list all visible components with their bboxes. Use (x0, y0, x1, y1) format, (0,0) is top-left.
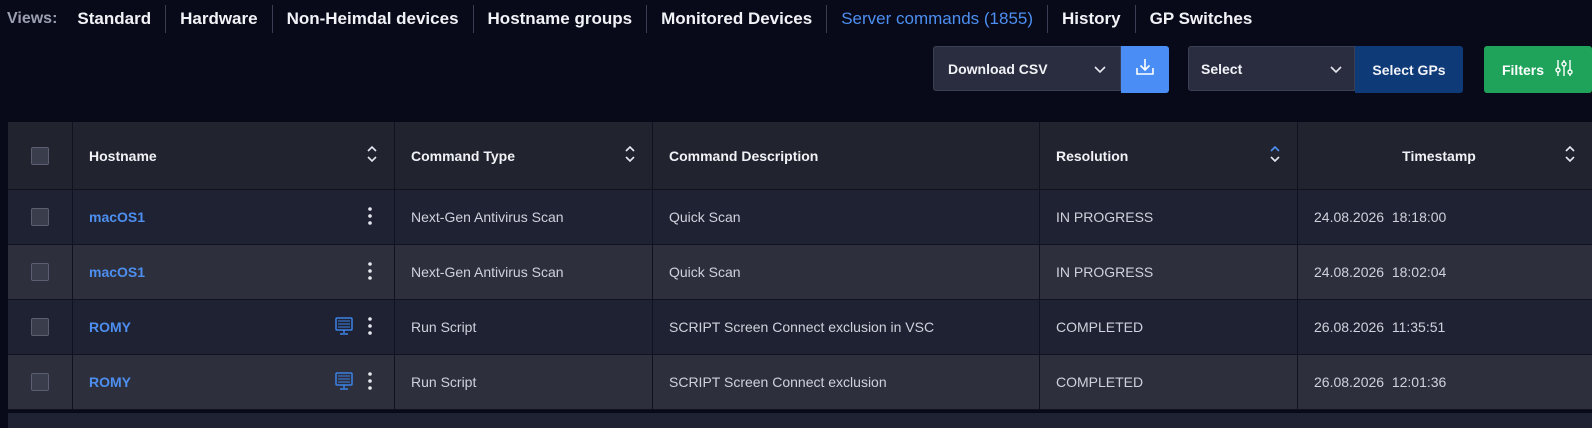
command-description-cell: SCRIPT Screen Connect exclusion in VSC (653, 300, 1040, 354)
views-label: Views: (7, 10, 58, 27)
view-tab-monitored-devices[interactable]: Monitored Devices (647, 5, 828, 33)
resolution-cell: IN PROGRESS (1040, 245, 1298, 299)
row-checkbox-cell (8, 355, 73, 409)
sort-icon[interactable] (1564, 145, 1576, 166)
kebab-menu-icon[interactable] (368, 206, 372, 228)
column-header-command-type-label: Command Type (411, 147, 515, 164)
sort-icon[interactable] (366, 145, 378, 166)
sliders-icon (1554, 58, 1574, 81)
column-header-timestamp-label: Timestamp (1402, 147, 1476, 164)
row-actions (334, 371, 372, 394)
sort-icon[interactable] (1269, 145, 1281, 166)
chevron-down-icon (1330, 61, 1342, 77)
download-csv-group: Download CSV (933, 46, 1173, 93)
filters-button[interactable]: Filters (1484, 46, 1592, 93)
timestamp-cell: 26.08.2026 11:35:51 (1314, 319, 1446, 335)
command-type-cell: Next-Gen Antivirus Scan (395, 190, 653, 244)
view-tab-gp-switches[interactable]: GP Switches (1136, 5, 1267, 33)
hostname-cell: macOS1 (73, 245, 395, 299)
download-icon (1134, 56, 1156, 83)
hostname-link[interactable]: macOS1 (89, 209, 145, 225)
command-type-cell: Run Script (395, 300, 653, 354)
row-checkbox-cell (8, 190, 73, 244)
download-csv-select-value: Download CSV (948, 60, 1048, 77)
table-row: macOS1 Next-Gen Antivirus Scan Quick Sca… (8, 190, 1592, 245)
next-row-partial (8, 413, 1592, 428)
row-checkbox[interactable] (31, 318, 49, 336)
hostname-link[interactable]: ROMY (89, 319, 131, 335)
row-checkbox-cell (8, 300, 73, 354)
row-checkbox[interactable] (31, 373, 49, 391)
resolution-cell: IN PROGRESS (1040, 190, 1298, 244)
gp-select-value: Select (1201, 60, 1243, 77)
hostname-cell: ROMY (73, 355, 395, 409)
table-header-row: Hostname Command Type Command Descriptio… (8, 122, 1592, 190)
hostname-link[interactable]: macOS1 (89, 264, 145, 280)
hostname-link[interactable]: ROMY (89, 374, 131, 390)
timestamp-cell: 26.08.2026 12:01:36 (1314, 374, 1447, 390)
view-tab-non-heimdal-devices[interactable]: Non-Heimdal devices (273, 5, 474, 33)
download-button[interactable] (1121, 46, 1169, 93)
kebab-menu-icon[interactable] (368, 316, 372, 338)
chevron-down-icon (1094, 61, 1106, 77)
column-header-command-description-label: Command Description (669, 147, 819, 164)
command-type-cell: Next-Gen Antivirus Scan (395, 245, 653, 299)
view-tab-hostname-groups[interactable]: Hostname groups (474, 5, 648, 33)
row-actions (368, 261, 372, 283)
download-csv-select[interactable]: Download CSV (933, 46, 1121, 91)
kebab-menu-icon[interactable] (368, 261, 372, 283)
command-type-cell: Run Script (395, 355, 653, 409)
column-header-resolution[interactable]: Resolution (1040, 122, 1298, 189)
command-description-cell: Quick Scan (653, 245, 1040, 299)
view-tab-history[interactable]: History (1048, 5, 1136, 33)
column-header-command-type[interactable]: Command Type (395, 122, 653, 189)
view-tab-hardware[interactable]: Hardware (166, 5, 273, 33)
select-gps-button[interactable]: Select GPs (1355, 46, 1463, 93)
table-row: ROMY Run Script SCRIPT Screen Connect ex… (8, 355, 1592, 410)
timestamp-cell: 24.08.2026 18:02:04 (1314, 264, 1447, 280)
server-commands-table: Hostname Command Type Command Descriptio… (8, 122, 1592, 410)
table-row: macOS1 Next-Gen Antivirus Scan Quick Sca… (8, 245, 1592, 300)
view-tab-server-commands[interactable]: Server commands (1855) (827, 5, 1049, 33)
row-actions (368, 206, 372, 228)
row-checkbox-cell (8, 245, 73, 299)
monitor-icon[interactable] (334, 371, 354, 394)
table-row: ROMY Run Script SCRIPT Screen Connect ex… (8, 300, 1592, 355)
gp-select[interactable]: Select (1188, 46, 1355, 91)
row-checkbox[interactable] (31, 263, 49, 281)
gp-select-group: Select Select GPs (1188, 46, 1468, 93)
hostname-cell: macOS1 (73, 190, 395, 244)
filters-label: Filters (1501, 61, 1544, 78)
kebab-menu-icon[interactable] (368, 371, 372, 393)
row-actions (334, 316, 372, 339)
row-checkbox[interactable] (31, 208, 49, 226)
hostname-cell: ROMY (73, 300, 395, 354)
column-header-resolution-label: Resolution (1056, 147, 1129, 164)
command-description-cell: Quick Scan (653, 190, 1040, 244)
select-all-checkbox[interactable] (31, 146, 49, 165)
command-description-cell: SCRIPT Screen Connect exclusion (653, 355, 1040, 409)
resolution-cell: COMPLETED (1040, 300, 1298, 354)
column-header-timestamp[interactable]: Timestamp (1298, 122, 1592, 189)
header-checkbox-cell (8, 122, 73, 189)
views-bar: Views: Standard Hardware Non-Heimdal dev… (0, 0, 1592, 38)
view-tab-standard[interactable]: Standard (63, 5, 167, 33)
column-header-command-description: Command Description (653, 122, 1040, 189)
column-header-hostname[interactable]: Hostname (73, 122, 395, 189)
column-header-hostname-label: Hostname (89, 147, 157, 164)
monitor-icon[interactable] (334, 316, 354, 339)
sort-icon[interactable] (624, 145, 636, 166)
resolution-cell: COMPLETED (1040, 355, 1298, 409)
timestamp-cell: 24.08.2026 18:18:00 (1314, 209, 1447, 225)
